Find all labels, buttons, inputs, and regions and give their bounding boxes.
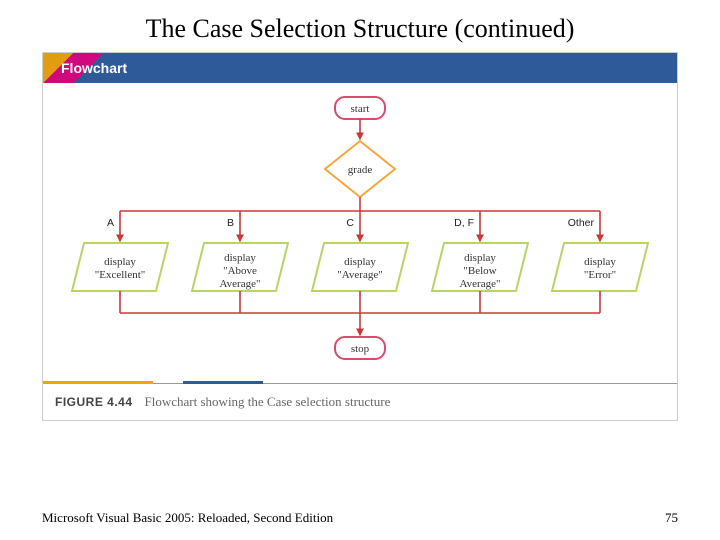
figure-container: Flowchart start grade Ad bbox=[42, 52, 678, 421]
figure-caption: FIGURE 4.44 Flowchart showing the Case s… bbox=[43, 383, 677, 420]
case-label: B bbox=[227, 217, 234, 229]
process-text: "Excellent" bbox=[95, 269, 146, 281]
footer-left: Microsoft Visual Basic 2005: Reloaded, S… bbox=[42, 510, 333, 526]
process-text: display bbox=[104, 256, 136, 268]
process-text: display bbox=[224, 252, 256, 264]
stop-label: stop bbox=[351, 343, 370, 355]
decision-label: grade bbox=[348, 164, 373, 176]
case-label: Other bbox=[568, 217, 595, 229]
process-text: Average" bbox=[460, 278, 501, 290]
process-text: display bbox=[584, 256, 616, 268]
process-text: "Error" bbox=[584, 269, 616, 281]
figure-banner: Flowchart bbox=[43, 53, 677, 83]
process-text: "Below bbox=[463, 265, 496, 277]
page-title: The Case Selection Structure (continued) bbox=[0, 0, 720, 52]
banner-text: Flowchart bbox=[61, 60, 127, 76]
process-text: "Average" bbox=[337, 269, 382, 281]
flowchart: start grade Adisplay"Excellent"Bdisplay"… bbox=[43, 83, 677, 383]
case-label: C bbox=[346, 217, 354, 229]
figure-number: FIGURE 4.44 bbox=[55, 395, 133, 409]
slide-footer: Microsoft Visual Basic 2005: Reloaded, S… bbox=[42, 510, 678, 526]
case-label: D, F bbox=[454, 217, 474, 229]
case-label: A bbox=[107, 217, 114, 229]
process-text: display bbox=[344, 256, 376, 268]
start-node: start bbox=[335, 97, 385, 119]
stop-node: stop bbox=[335, 337, 385, 359]
process-text: "Above bbox=[223, 265, 257, 277]
process-text: display bbox=[464, 252, 496, 264]
process-text: Average" bbox=[220, 278, 261, 290]
figure-caption-text: Flowchart showing the Case selection str… bbox=[145, 394, 391, 410]
decision-node: grade bbox=[325, 141, 395, 197]
start-label: start bbox=[351, 103, 370, 115]
page-number: 75 bbox=[665, 510, 678, 526]
